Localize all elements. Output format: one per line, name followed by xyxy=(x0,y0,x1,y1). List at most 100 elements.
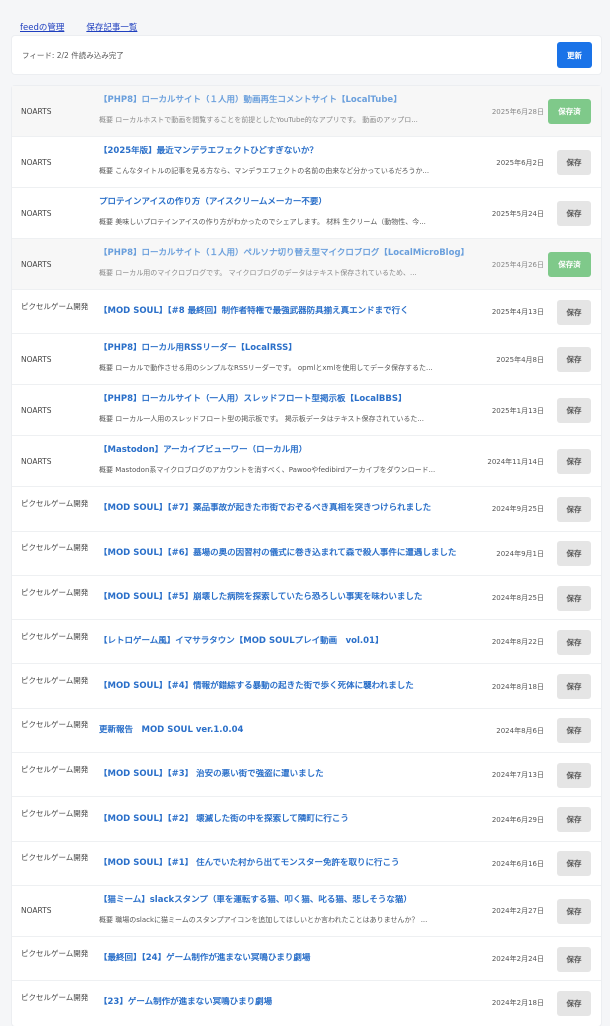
save-button[interactable]: 保存 xyxy=(557,718,591,744)
article-date: 2024年6月16日 xyxy=(491,859,544,868)
article-title-link[interactable]: 【猫ミーム】slackスタンプ（車を運転する猫、叩く猫、叱る猫、悲しそうな猫） xyxy=(99,895,479,906)
save-button[interactable]: 保存 xyxy=(557,629,591,655)
save-button[interactable]: 保存 xyxy=(557,201,591,226)
article-date: 2024年2月24日 xyxy=(491,955,544,964)
article-source: ピクセルゲーム開発 xyxy=(21,764,89,774)
article-source: NOARTS xyxy=(21,259,52,269)
article-title-link[interactable]: 【PHP8】ローカルサイト（１人用）ペルソナ切り替え型マイクロブログ【Local… xyxy=(99,248,479,259)
article-source: NOARTS xyxy=(21,456,52,466)
article-summary: 概要 ローカルで動作させる用のシンプルなRSSリーダーです。 opmlとxmlを… xyxy=(99,364,433,373)
article-date: 2025年4月8日 xyxy=(496,355,544,364)
article-source: NOARTS xyxy=(21,405,52,415)
article-row: ピクセルゲーム開発 【MOD SOUL】【#6】墓場の奥の因習村の儀式に巻き込まれ… xyxy=(12,532,601,576)
article-date: 2025年1月13日 xyxy=(491,406,544,415)
article-source: NOARTS xyxy=(21,354,52,364)
save-button[interactable]: 保存 xyxy=(557,299,591,325)
article-row: NOARTS 【Mastodon】アーカイブビューワー（ローカル用） 概要 Mast… xyxy=(12,436,601,488)
article-row: NOARTS 【PHP8】ローカルサイト（一人用）スレッドフロート型掲示板【Loc… xyxy=(12,385,601,437)
top-nav: feedの管理 保存記事一覧 xyxy=(0,0,610,33)
article-row: ピクセルゲーム開発 【MOD SOUL】【#5】崩壊した病院を探索していたら恐ろし… xyxy=(12,576,601,621)
article-summary: 概要 Mastodon系マイクロブログのアカウントを消すべく、Pawooやfed… xyxy=(99,466,436,475)
article-title-link[interactable]: 【最終回】【24】ゲーム制作が進まない冥鳴ひまり劇場 xyxy=(99,953,479,964)
article-row: ピクセルゲーム開発 【MOD SOUL】【#4】情報が錯綜する暴動の起きた街で歩く… xyxy=(12,664,601,709)
save-button[interactable]: 保存 xyxy=(557,898,591,924)
article-row: ピクセルゲーム開発 【レトロゲーム風】イマサラタウン【MOD SOULプレイ動画 … xyxy=(12,620,601,665)
save-button[interactable]: 保存 xyxy=(557,150,591,175)
feed-status-text: フィード: 2/2 件読み込み完了 xyxy=(22,51,124,60)
article-row: ピクセルゲーム開発 【MOD SOUL】【#8 最終回】制作者特権で最強武器防具揃… xyxy=(12,290,601,335)
save-button[interactable]: 保存 xyxy=(557,990,591,1016)
article-date: 2024年8月6日 xyxy=(496,726,544,735)
article-date: 2024年2月18日 xyxy=(491,999,544,1008)
save-button[interactable]: 保存 xyxy=(557,674,591,700)
article-title-link[interactable]: 【23】ゲーム制作が進まない冥鳴ひまり劇場 xyxy=(99,997,479,1008)
feed-manage-link[interactable]: feedの管理 xyxy=(20,23,64,33)
save-button[interactable]: 保存 xyxy=(557,851,591,877)
article-date: 2024年11月14日 xyxy=(487,457,544,466)
save-button[interactable]: 保存 xyxy=(557,541,591,567)
article-row: ピクセルゲーム開発 【MOD SOUL】【#7】薬品事故が起きた市街でおぞるべき真… xyxy=(12,487,601,532)
article-date: 2025年5月24日 xyxy=(491,209,544,218)
article-source: ピクセルゲーム開発 xyxy=(21,498,89,508)
article-summary: 概要 ローカル一人用のスレッドフロート型の掲示板です。 掲示板データはテキスト保… xyxy=(99,415,425,424)
article-title-link[interactable]: 【MOD SOUL】【#8 最終回】制作者特権で最強武器防具揃え真エンドまで行く xyxy=(99,306,479,317)
article-source: ピクセルゲーム開発 xyxy=(21,543,89,553)
article-source: NOARTS xyxy=(21,106,52,116)
save-button[interactable]: 保存 xyxy=(557,585,591,611)
article-title-link[interactable]: プロテインアイスの作り方（アイスクリームメーカー不要） xyxy=(99,197,479,208)
article-date: 2025年6月28日 xyxy=(491,107,544,116)
article-source: NOARTS xyxy=(21,157,52,167)
article-title-link[interactable]: 【レトロゲーム風】イマサラタウン【MOD SOULプレイ動画 vol.01】 xyxy=(99,636,479,647)
article-date: 2024年6月29日 xyxy=(491,815,544,824)
save-button[interactable]: 保存 xyxy=(557,946,591,972)
article-title-link[interactable]: 【PHP8】ローカルサイト（１人用）動画再生コメントサイト【LocalTube】 xyxy=(99,95,479,106)
article-title-link[interactable]: 【MOD SOUL】【#4】情報が錯綜する暴動の起きた街で歩く死体に襲われました xyxy=(99,681,479,692)
save-button[interactable]: 保存 xyxy=(557,762,591,788)
article-title-link[interactable]: 【MOD SOUL】【#1】 住んでいた村から出てモンスター免許を取りに行こう xyxy=(99,858,479,869)
article-title-link[interactable]: 【MOD SOUL】【#3】 治安の悪い街で強盗に遭いました xyxy=(99,769,479,780)
article-date: 2024年7月13日 xyxy=(491,771,544,780)
article-row: ピクセルゲーム開発 更新報告 MOD SOUL ver.1.0.04 2024年8月… xyxy=(12,709,601,754)
article-row: NOARTS 【PHP8】ローカルサイト（１人用）動画再生コメントサイト【Loca… xyxy=(12,86,601,137)
article-row: ピクセルゲーム開発 【MOD SOUL】【#3】 治安の悪い街で強盗に遭いました 2… xyxy=(12,753,601,798)
article-title-link[interactable]: 【MOD SOUL】【#5】崩壊した病院を探索していたら恐ろしい事実を味わいまし… xyxy=(99,592,479,603)
article-title-link[interactable]: 【MOD SOUL】【#7】薬品事故が起きた市街でおぞるべき真相を突きつけられま… xyxy=(99,503,479,514)
article-date: 2024年8月22日 xyxy=(491,638,544,647)
article-source: ピクセルゲーム開発 xyxy=(21,631,89,641)
article-summary: 概要 ローカル用のマイクロブログです。 マイクロブログのデータはテキスト保存され… xyxy=(99,269,417,277)
article-date: 2025年4月13日 xyxy=(491,308,544,317)
save-button[interactable]: 保存 xyxy=(557,449,591,475)
saved-button[interactable]: 保存済 xyxy=(548,99,591,124)
saved-button[interactable]: 保存済 xyxy=(548,252,591,277)
save-button[interactable]: 保存 xyxy=(557,347,591,373)
article-date: 2024年8月25日 xyxy=(491,594,544,603)
saved-articles-link[interactable]: 保存記事一覧 xyxy=(86,23,137,33)
article-title-link[interactable]: 【2025年版】最近マンデラエフェクトひどすぎないか？ xyxy=(99,146,479,157)
article-row: NOARTS 【2025年版】最近マンデラエフェクトひどすぎないか？ 概要 こんなタ… xyxy=(12,137,601,188)
article-title-link[interactable]: 【MOD SOUL】【#6】墓場の奥の因習村の儀式に巻き込まれて森で殺人事件に遭… xyxy=(99,548,479,559)
save-button[interactable]: 保存 xyxy=(557,496,591,522)
article-row: ピクセルゲーム開発 【23】ゲーム制作が進まない冥鳴ひまり劇場 2024年2月18日… xyxy=(12,981,601,1025)
article-title-link[interactable]: 【MOD SOUL】【#2】 壊滅した街の中を探索して隣町に行こう xyxy=(99,814,479,825)
article-date: 2025年6月2日 xyxy=(496,158,544,167)
article-source: ピクセルゲーム開発 xyxy=(21,301,89,311)
article-source: ピクセルゲーム開発 xyxy=(21,676,89,686)
article-row: NOARTS プロテインアイスの作り方（アイスクリームメーカー不要） 概要 美味しい… xyxy=(12,188,601,239)
article-row: ピクセルゲーム開発 【最終回】【24】ゲーム制作が進まない冥鳴ひまり劇場 2024年… xyxy=(12,937,601,982)
article-row: ピクセルゲーム開発 【MOD SOUL】【#1】 住んでいた村から出てモンスター免… xyxy=(12,842,601,886)
article-title-link[interactable]: 【PHP8】ローカル用RSSリーダー【LocalRSS】 xyxy=(99,343,479,354)
article-title-link[interactable]: 【Mastodon】アーカイブビューワー（ローカル用） xyxy=(99,445,479,456)
article-date: 2024年8月18日 xyxy=(491,682,544,691)
feed-status-card: フィード: 2/2 件読み込み完了 更新 xyxy=(12,36,601,74)
article-title-link[interactable]: 【PHP8】ローカルサイト（一人用）スレッドフロート型掲示板【LocalBBS】 xyxy=(99,394,479,405)
article-row: NOARTS 【PHP8】ローカル用RSSリーダー【LocalRSS】 概要 ローカ… xyxy=(12,334,601,386)
article-source: ピクセルゲーム開発 xyxy=(21,853,89,863)
save-button[interactable]: 保存 xyxy=(557,807,591,833)
article-date: 2025年4月26日 xyxy=(491,260,544,269)
article-row: NOARTS 【猫ミーム】slackスタンプ（車を運転する猫、叩く猫、叱る猫、悲し… xyxy=(12,886,601,937)
refresh-button[interactable]: 更新 xyxy=(557,42,592,68)
article-title-link[interactable]: 更新報告 MOD SOUL ver.1.0.04 xyxy=(99,725,479,736)
article-summary: 概要 美味しいプロテインアイスの作り方がわかったのでシェアします。 材料 生クリ… xyxy=(99,218,426,226)
article-source: NOARTS xyxy=(21,906,52,916)
save-button[interactable]: 保存 xyxy=(557,398,591,424)
